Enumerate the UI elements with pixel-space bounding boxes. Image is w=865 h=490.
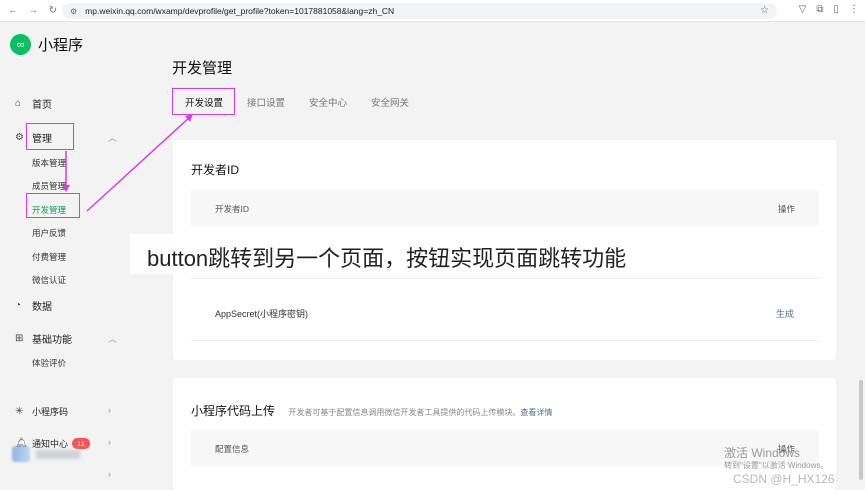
sidebar-item-label: 小程序码: [32, 407, 69, 417]
miniprogram-logo-icon: ∞: [10, 34, 31, 55]
caption-text: button跳转到另一个页面，按钮实现页面跳转功能: [147, 246, 627, 271]
windows-activation-hint: 转到"设置"以激活 Windows。: [724, 461, 829, 470]
card-subtitle: 开发者可基于配置信息调用微信开发者工具提供的代码上传模块。查看详情: [288, 408, 552, 417]
chevron-right-icon[interactable]: ›: [108, 405, 111, 415]
shield-icon[interactable]: ▽: [799, 4, 807, 15]
windows-activation-title: 激活 Windows: [724, 446, 801, 460]
address-bar[interactable]: ⚙ mp.weixin.qq.com/wxamp/devprofile/get_…: [62, 3, 777, 19]
sun-icon: ✳: [15, 406, 24, 417]
column-header: 操作: [777, 204, 795, 214]
card-title: 开发者ID: [191, 163, 240, 177]
appsecret-label: AppSecret(小程序密钥): [215, 309, 309, 319]
sidebar-item-label: 数据: [32, 302, 52, 313]
sidebar-subitem-payment[interactable]: 付费管理: [32, 251, 66, 263]
account-name-blurred: [36, 449, 80, 459]
sidebar-subitem-verify[interactable]: 微信认证: [32, 274, 66, 286]
highlight-box-devmanage: [26, 193, 80, 218]
extensions-icon[interactable]: ⧉: [816, 4, 823, 15]
scrollbar[interactable]: [859, 380, 863, 480]
sidebar-subitem-review[interactable]: 体验评价: [32, 357, 66, 369]
sidebar-subitem-feedback[interactable]: 用户反馈: [32, 227, 66, 239]
arrow-diag-head: [185, 114, 193, 122]
csdn-watermark: CSDN @H_HX126: [733, 472, 835, 486]
pie-chart-icon: ◔: [15, 300, 22, 311]
tab-security-center[interactable]: 安全中心: [309, 90, 347, 109]
back-icon[interactable]: ←: [6, 5, 20, 16]
column-header: 开发者ID: [215, 204, 250, 214]
sidebar-item-label: 基础功能: [32, 335, 72, 346]
logo-text: 小程序: [38, 37, 84, 54]
sidebar-item-home[interactable]: ⌂ 首页: [15, 96, 52, 111]
avatar: [12, 446, 30, 462]
tab-dev-settings[interactable]: 开发设置: [185, 90, 223, 109]
sidebar-item-label: 首页: [32, 100, 52, 111]
menu-icon[interactable]: ⋮: [849, 4, 859, 15]
url-text: mp.weixin.qq.com/wxamp/devprofile/get_pr…: [85, 6, 395, 16]
tab-security-gateway[interactable]: 安全网关: [371, 90, 409, 109]
sidebar-subitem-version[interactable]: 版本管理: [32, 157, 66, 169]
sidebar-toggle-icon[interactable]: ▯: [833, 4, 839, 15]
row-divider: [191, 340, 819, 341]
highlight-box-manage: [26, 123, 74, 150]
site-info-icon[interactable]: ⚙: [70, 7, 77, 16]
sidebar: [0, 22, 140, 490]
browser-toolbar: ← → ↻ ⚙ mp.weixin.qq.com/wxamp/devprofil…: [0, 0, 865, 22]
chevron-up-icon[interactable]: ︿: [108, 131, 117, 144]
sidebar-item-basic[interactable]: ⊞ 基础功能: [15, 331, 72, 346]
column-header: 配置信息: [215, 444, 250, 454]
card-title: 小程序代码上传 开发者可基于配置信息调用微信开发者工具提供的代码上传模块。查看详…: [191, 402, 552, 419]
card-title-text: 小程序代码上传: [191, 404, 276, 418]
reload-icon[interactable]: ↻: [46, 5, 60, 16]
chevron-up-icon[interactable]: ︿: [108, 332, 117, 345]
page-title: 开发管理: [172, 60, 233, 77]
browser-actions: ▽ ⧉ ▯ ⋮: [799, 4, 859, 15]
overlay-caption: button跳转到另一个页面，按钮实现页面跳转功能: [130, 234, 760, 274]
card-subtitle-text: 开发者可基于配置信息调用微信开发者工具提供的代码上传模块。: [288, 408, 521, 417]
grid-icon: ⊞: [15, 333, 24, 344]
sidebar-item-data[interactable]: ◔ 数据: [15, 298, 52, 313]
tab-api-settings[interactable]: 接口设置: [247, 90, 285, 109]
generate-secret-link[interactable]: 生成: [776, 307, 794, 320]
chevron-right-icon[interactable]: ›: [108, 437, 111, 447]
bookmark-star-icon[interactable]: ☆: [760, 5, 769, 16]
forward-icon[interactable]: →: [26, 5, 40, 16]
row-divider: [191, 278, 819, 279]
account-avatar[interactable]: [12, 446, 80, 462]
app-logo[interactable]: ∞ 小程序: [10, 34, 83, 55]
chevron-right-icon[interactable]: ›: [108, 469, 111, 479]
sidebar-subitem-members[interactable]: 成员管理: [32, 180, 66, 192]
tab-bar: 开发设置 接口设置 安全中心 安全网关: [172, 90, 433, 109]
table-header: 开发者ID 操作: [191, 190, 819, 226]
view-details-link[interactable]: 查看详情: [520, 408, 552, 417]
sidebar-item-qrcode[interactable]: ✳ 小程序码: [15, 405, 68, 418]
home-icon: ⌂: [15, 98, 22, 109]
